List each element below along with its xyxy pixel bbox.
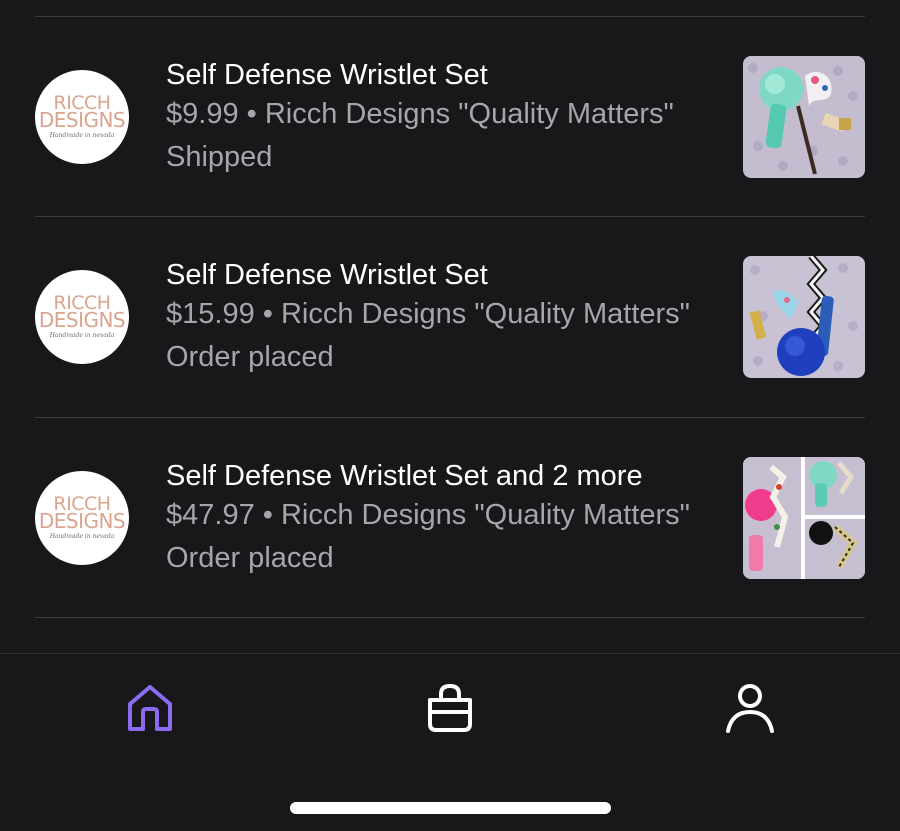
order-price-shop: $9.99 • Ricch Designs "Quality Matters" [166,98,674,130]
orders-screen: RICCH DESIGNS Handmade in nevada Self De… [0,0,900,831]
home-indicator[interactable] [290,802,611,814]
product-thumbnail[interactable] [743,256,865,378]
shop-logo-tagline: Handmade in nevada [49,332,115,339]
order-title: Self Defense Wristlet Set [166,59,488,91]
shop-logo: RICCH DESIGNS Handmade in nevada [35,70,129,164]
profile-icon [726,684,774,733]
order-title: Self Defense Wristlet Set and 2 more [166,460,643,492]
tab-profile[interactable] [720,678,780,738]
shopping-bag-icon [428,683,472,732]
order-title: Self Defense Wristlet Set [166,259,488,291]
tab-home[interactable] [120,678,180,738]
shop-logo-line2: DESIGNS [38,509,126,533]
order-price-shop: $47.97 • Ricch Designs "Quality Matters" [166,499,690,531]
product-photo-collage-icon [743,457,865,579]
order-row-3[interactable]: RICCH DESIGNS Handmade in nevada Self De… [35,418,865,618]
order-row-1[interactable]: RICCH DESIGNS Handmade in nevada Self De… [35,17,865,217]
divider [35,617,865,618]
tab-shop[interactable] [420,678,480,738]
order-status: Order placed [166,542,334,574]
order-info: Self Defense Wristlet Set and 2 more $47… [166,458,726,580]
order-status: Shipped [166,141,273,173]
shop-logo-tagline: Handmade in nevada [49,533,115,540]
shop-logo: RICCH DESIGNS Handmade in nevada [35,270,129,364]
shop-logo-line2: DESIGNS [38,308,126,332]
order-row-2[interactable]: RICCH DESIGNS Handmade in nevada Self De… [35,217,865,417]
product-photo-icon [743,56,865,178]
shop-logo: RICCH DESIGNS Handmade in nevada [35,471,129,565]
product-thumbnail[interactable] [743,457,865,579]
shop-logo-line2: DESIGNS [38,108,126,132]
product-photo-icon [743,256,865,378]
home-icon [128,685,172,731]
order-info: Self Defense Wristlet Set $9.99 • Ricch … [166,57,726,179]
shop-logo-tagline: Handmade in nevada [49,132,115,139]
order-price-shop: $15.99 • Ricch Designs "Quality Matters" [166,298,690,330]
order-info: Self Defense Wristlet Set $15.99 • Ricch… [166,257,726,379]
product-thumbnail[interactable] [743,56,865,178]
order-status: Order placed [166,341,334,373]
